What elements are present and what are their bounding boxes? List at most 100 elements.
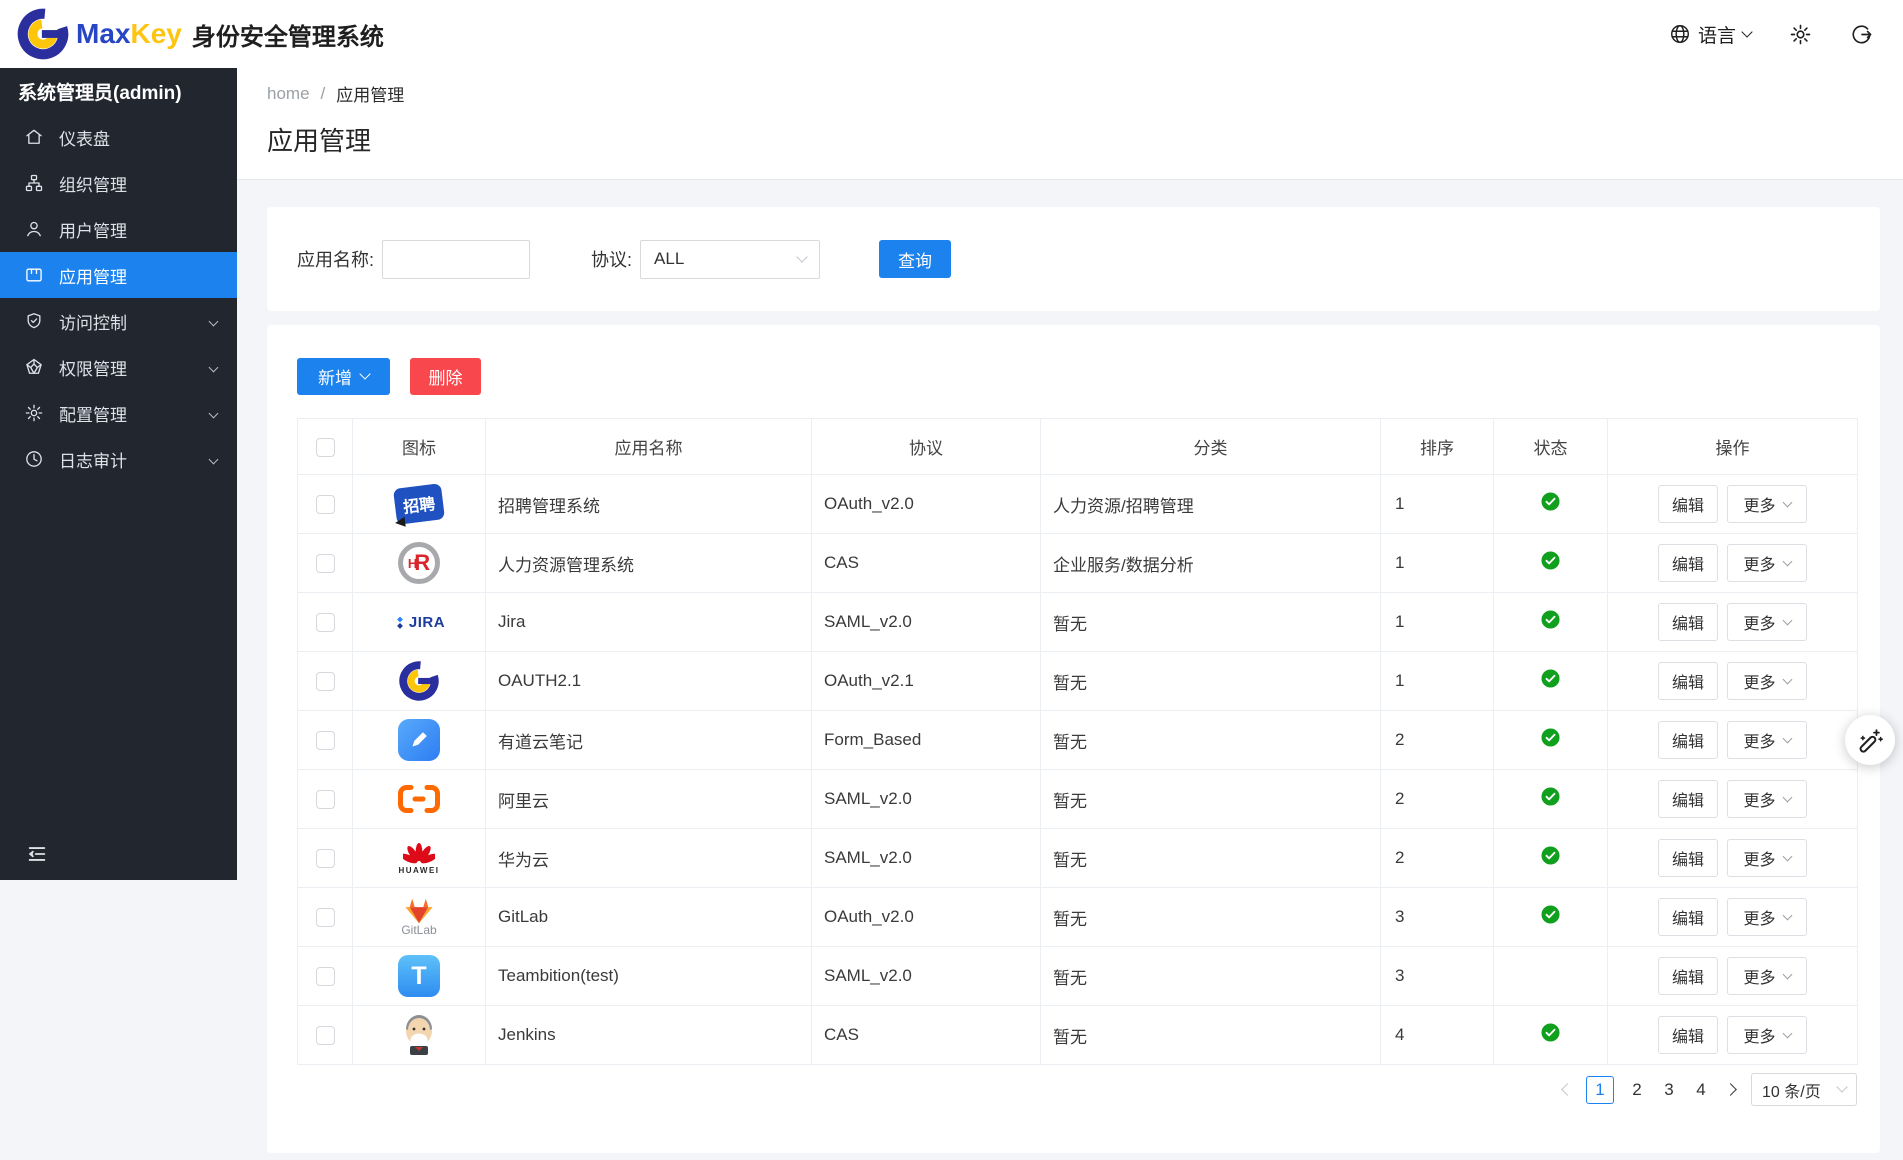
sidebar-item-0[interactable]: 仪表盘 <box>0 114 237 160</box>
sidebar-item-1[interactable]: 组织管理 <box>0 160 237 206</box>
edit-button[interactable]: 编辑 <box>1658 662 1718 700</box>
sidebar-item-5[interactable]: 权限管理 <box>0 344 237 390</box>
edit-button[interactable]: 编辑 <box>1658 898 1718 936</box>
chevron-down-icon <box>1782 852 1792 862</box>
app-protocol: CAS <box>812 534 1041 593</box>
more-button[interactable]: 更多 <box>1727 721 1807 759</box>
chevron-down-icon <box>1782 793 1792 803</box>
row-checkbox[interactable] <box>316 613 335 632</box>
app-category: 暂无 <box>1041 888 1381 947</box>
row-checkbox[interactable] <box>316 908 335 927</box>
edit-button[interactable]: 编辑 <box>1658 721 1718 759</box>
app-name: Teambition(test) <box>486 947 812 1006</box>
edit-button[interactable]: 编辑 <box>1658 1016 1718 1054</box>
more-button[interactable]: 更多 <box>1727 1016 1807 1054</box>
language-selector[interactable]: 语言 <box>1669 21 1751 48</box>
page-button[interactable]: 2 <box>1628 1076 1646 1104</box>
logout-icon <box>1850 23 1873 46</box>
app-sort: 1 <box>1381 593 1494 652</box>
sidebar-item-6[interactable]: 配置管理 <box>0 390 237 436</box>
edit-button[interactable]: 编辑 <box>1658 603 1718 641</box>
app-protocol: SAML_v2.0 <box>812 947 1041 1006</box>
row-checkbox[interactable] <box>316 672 335 691</box>
row-checkbox[interactable] <box>316 495 335 514</box>
row-checkbox[interactable] <box>316 554 335 573</box>
sidebar-item-4[interactable]: 访问控制 <box>0 298 237 344</box>
table-row: 招聘招聘管理系统OAuth_v2.0人力资源/招聘管理1编辑更多 <box>298 475 1858 534</box>
prev-page-button[interactable] <box>1561 1083 1574 1096</box>
more-button[interactable]: 更多 <box>1727 544 1807 582</box>
table-row: 阿里云SAML_v2.0暂无2编辑更多 <box>298 770 1858 829</box>
edit-button[interactable]: 编辑 <box>1658 544 1718 582</box>
page-size-select[interactable]: 10 条/页 <box>1751 1073 1857 1106</box>
sidebar-item-3[interactable]: 应用管理 <box>0 252 237 298</box>
recruit-app-icon: 招聘 <box>395 486 443 522</box>
apps-table-body: 招聘招聘管理系统OAuth_v2.0人力资源/招聘管理1编辑更多HR人力资源管理… <box>298 475 1858 1065</box>
page-button[interactable]: 4 <box>1692 1076 1710 1104</box>
sidebar-item-label: 配置管理 <box>59 401 127 426</box>
magic-wand-icon <box>1857 727 1884 754</box>
app-sort: 3 <box>1381 888 1494 947</box>
breadcrumb-home[interactable]: home <box>267 84 310 104</box>
more-button[interactable]: 更多 <box>1727 957 1807 995</box>
chevron-down-icon <box>1836 1081 1847 1092</box>
app-category: 暂无 <box>1041 711 1381 770</box>
row-checkbox[interactable] <box>316 849 335 868</box>
row-checkbox[interactable] <box>316 790 335 809</box>
more-button[interactable]: 更多 <box>1727 603 1807 641</box>
more-button[interactable]: 更多 <box>1727 839 1807 877</box>
app-name: 招聘管理系统 <box>486 475 812 534</box>
more-button[interactable]: 更多 <box>1727 780 1807 818</box>
settings-button[interactable] <box>1789 23 1812 46</box>
sidebar-item-2[interactable]: 用户管理 <box>0 206 237 252</box>
delete-button[interactable]: 删除 <box>410 358 481 395</box>
app-category: 暂无 <box>1041 652 1381 711</box>
app-protocol: OAuth_v2.0 <box>812 475 1041 534</box>
search-button[interactable]: 查询 <box>879 240 951 278</box>
chevron-down-icon <box>1782 616 1792 626</box>
page-head: home / 应用管理 应用管理 <box>237 68 1903 180</box>
chevron-down-icon <box>1782 734 1792 744</box>
edit-button[interactable]: 编辑 <box>1658 957 1718 995</box>
page-button[interactable]: 1 <box>1586 1076 1614 1104</box>
more-button[interactable]: 更多 <box>1727 485 1807 523</box>
app-name: Jira <box>486 593 812 652</box>
sidebar-collapse-button[interactable] <box>26 843 48 868</box>
table-card: 新增 删除 图标 应用名称 协议 分类 排序 状态 操作 <box>267 325 1880 1153</box>
user-icon <box>24 219 44 239</box>
col-header-icon: 图标 <box>353 419 486 475</box>
toolbar: 新增 删除 <box>297 358 1857 395</box>
huawei-app-icon: HUAWEI <box>399 841 440 875</box>
more-button[interactable]: 更多 <box>1727 662 1807 700</box>
admin-label: 系统管理员(admin) <box>0 68 237 114</box>
select-all-checkbox[interactable] <box>316 438 335 457</box>
gitlab-app-icon: GitLab <box>401 897 436 937</box>
sidebar-item-7[interactable]: 日志审计 <box>0 436 237 482</box>
next-page-button[interactable] <box>1724 1083 1737 1096</box>
row-checkbox[interactable] <box>316 1026 335 1045</box>
col-header-sort: 排序 <box>1381 419 1494 475</box>
logout-button[interactable] <box>1850 23 1873 46</box>
app-name-input[interactable] <box>382 240 530 279</box>
teambition-app-icon: T <box>398 955 440 997</box>
audit-icon <box>24 449 44 469</box>
more-button[interactable]: 更多 <box>1727 898 1807 936</box>
table-row: JIRAJiraSAML_v2.0暂无1编辑更多 <box>298 593 1858 652</box>
table-row: 有道云笔记Form_Based暂无2编辑更多 <box>298 711 1858 770</box>
page-button[interactable]: 3 <box>1660 1076 1678 1104</box>
chevron-down-icon <box>1741 26 1752 37</box>
app-sort: 2 <box>1381 770 1494 829</box>
row-checkbox[interactable] <box>316 967 335 986</box>
edit-button[interactable]: 编辑 <box>1658 839 1718 877</box>
sidebar-item-label: 权限管理 <box>59 355 127 380</box>
chevron-down-icon <box>209 454 219 464</box>
protocol-select[interactable]: ALL <box>640 240 820 279</box>
add-button[interactable]: 新增 <box>297 358 390 395</box>
app-protocol: CAS <box>812 1006 1041 1065</box>
theme-wand-button[interactable] <box>1845 715 1895 765</box>
filter-card: 应用名称: 协议: ALL 查询 <box>267 207 1880 311</box>
row-checkbox[interactable] <box>316 731 335 750</box>
edit-button[interactable]: 编辑 <box>1658 780 1718 818</box>
table-row: HR人力资源管理系统CAS企业服务/数据分析1编辑更多 <box>298 534 1858 593</box>
edit-button[interactable]: 编辑 <box>1658 485 1718 523</box>
